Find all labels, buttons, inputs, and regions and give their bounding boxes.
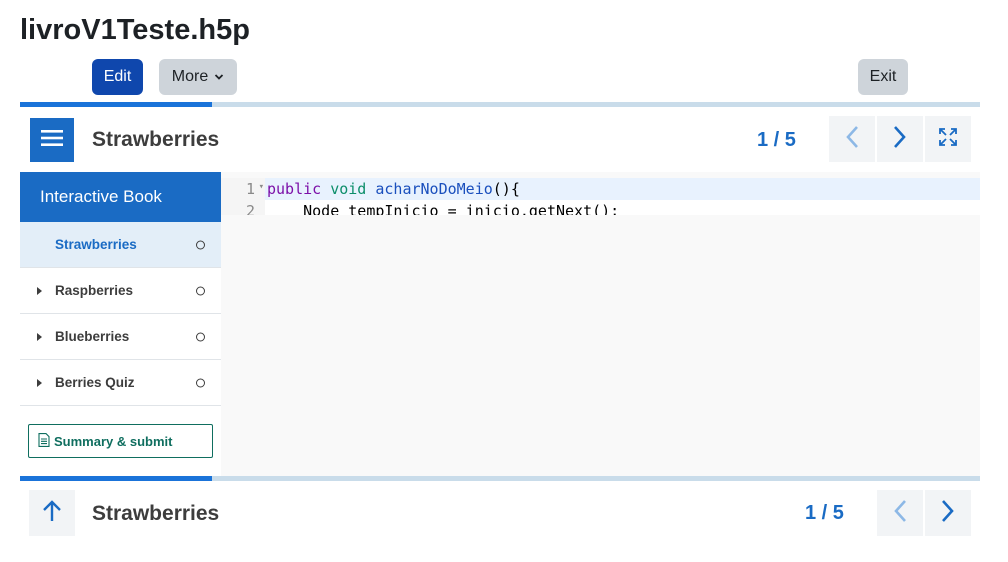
page-title: livroV1Teste.h5p — [20, 14, 250, 46]
chevron-left-icon — [845, 125, 859, 154]
previous-page-button[interactable] — [829, 116, 875, 162]
sidebar-item-label: Berries Quiz — [55, 375, 135, 390]
line-number: 2 — [245, 202, 255, 215]
sidebar-item-label: Raspberries — [55, 283, 134, 298]
code-token: (){ — [492, 180, 520, 198]
exit-button[interactable]: Exit — [858, 59, 908, 95]
progress-bar-top — [20, 102, 980, 107]
document-icon — [38, 432, 54, 450]
summary-submit-label: Summary & submit — [54, 433, 173, 449]
edit-button[interactable]: Edit — [92, 59, 143, 95]
sidebar-title: Interactive Book — [20, 172, 221, 222]
code-token: Node tempInicio = inicio.getNext(); — [267, 202, 620, 215]
footer-chapter-title: Strawberries — [92, 502, 220, 525]
footer-previous-page-button[interactable] — [877, 490, 923, 536]
editor-gutter: 1 ▾ 2 — [221, 178, 265, 215]
caret-right-icon — [37, 378, 42, 387]
line-number: 1 — [245, 180, 255, 198]
chevron-down-icon — [214, 68, 224, 86]
code-token: public — [267, 180, 322, 198]
chevron-left-icon — [893, 499, 907, 528]
chapter-content: 1 ▾ 2 public void acharNoDoMeio(){ Node … — [221, 172, 980, 476]
sidebar-item-label: Blueberries — [55, 329, 130, 344]
fullscreen-button[interactable] — [925, 116, 971, 162]
page-count: 1 / 5 — [757, 129, 796, 151]
edit-button-label: Edit — [103, 68, 132, 85]
code-line: Node tempInicio = inicio.getNext(); — [267, 202, 619, 215]
footer-page-count: 1 / 5 — [805, 502, 844, 524]
exit-button-label: Exit — [869, 68, 897, 85]
fold-arrow-icon[interactable]: ▾ — [259, 182, 264, 192]
progress-fill — [20, 102, 212, 107]
more-button[interactable]: More — [159, 59, 237, 95]
progress-bar-bottom — [20, 476, 980, 481]
sidebar-item-strawberries[interactable]: Strawberries — [20, 222, 221, 268]
code-token: void — [330, 180, 367, 198]
code-line: public void acharNoDoMeio(){ — [267, 180, 520, 198]
next-page-button[interactable] — [877, 116, 923, 162]
more-button-label: More — [171, 68, 209, 85]
code-token: acharNoDoMeio — [375, 180, 493, 198]
chapter-title: Strawberries — [92, 128, 220, 151]
caret-right-icon — [37, 332, 42, 341]
fullscreen-icon — [939, 127, 957, 151]
chapter-sidebar: Interactive Book Strawberries Raspberrie… — [20, 172, 221, 476]
summary-submit-button[interactable]: Summary & submit — [28, 424, 213, 458]
hamburger-icon — [41, 129, 63, 151]
progress-fill — [20, 476, 212, 481]
arrow-up-icon — [42, 499, 62, 527]
status-circle-icon — [196, 240, 205, 249]
status-circle-icon — [196, 378, 205, 387]
footer-next-page-button[interactable] — [925, 490, 971, 536]
chevron-right-icon — [893, 125, 907, 154]
scroll-to-top-button[interactable] — [29, 490, 75, 536]
sidebar-item-blueberries[interactable]: Blueberries — [20, 314, 221, 360]
sidebar-item-label: Strawberries — [55, 237, 137, 252]
chevron-right-icon — [941, 499, 955, 528]
status-circle-icon — [196, 286, 205, 295]
sidebar-item-berries-quiz[interactable]: Berries Quiz — [20, 360, 221, 406]
status-circle-icon — [196, 332, 205, 341]
code-editor[interactable]: 1 ▾ 2 public void acharNoDoMeio(){ Node … — [221, 178, 980, 215]
menu-toggle-button[interactable] — [30, 118, 74, 162]
caret-right-icon — [37, 286, 42, 295]
sidebar-item-raspberries[interactable]: Raspberries — [20, 268, 221, 314]
